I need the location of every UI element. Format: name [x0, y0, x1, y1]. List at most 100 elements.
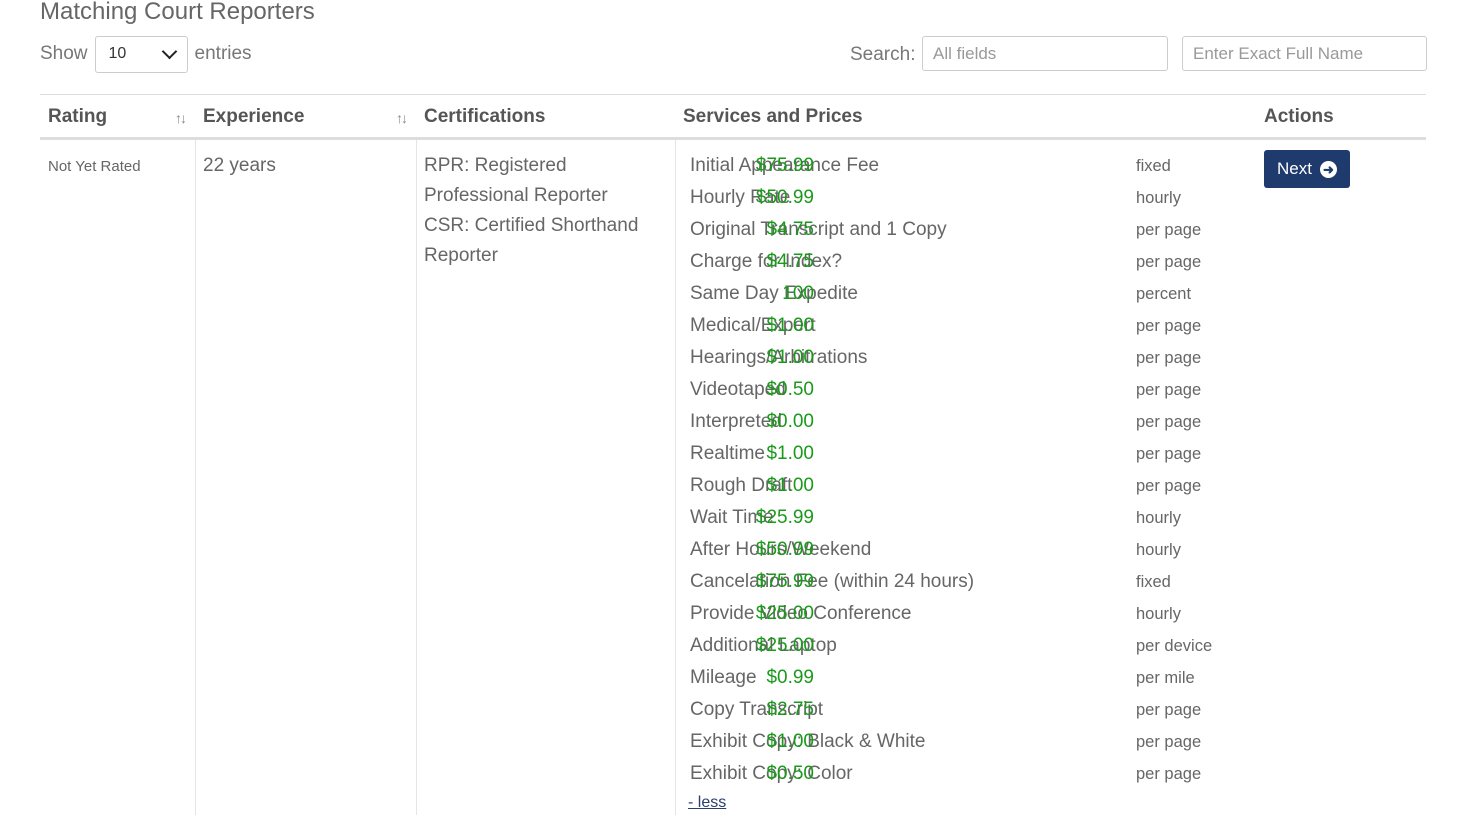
- service-unit: fixed: [1136, 157, 1171, 175]
- search-label: Search:: [850, 44, 916, 65]
- service-row: Realtime $1.00 per page: [690, 439, 1250, 471]
- service-name: Original Transcript and 1 Copy: [690, 219, 947, 240]
- service-price: $25.00: [755, 635, 814, 656]
- arrow-right-circle-icon: ➜: [1319, 160, 1337, 178]
- service-row: Medical/Expert $1.00 per page: [690, 311, 1250, 343]
- rating-cell: Not Yet Rated: [48, 158, 141, 175]
- service-unit: hourly: [1136, 541, 1181, 559]
- header-actions-label: Actions: [1264, 105, 1334, 127]
- service-row: Same Day Expedite 100 percent: [690, 279, 1250, 311]
- header-certifications: Certifications: [416, 96, 675, 140]
- service-price: $0.99: [766, 667, 814, 688]
- service-price: $4.75: [766, 251, 814, 272]
- service-price: $1.00: [766, 443, 814, 464]
- show-less-link[interactable]: - less: [688, 794, 726, 812]
- service-row: Copy Transcript $2.75 per page: [690, 695, 1250, 727]
- service-row: Additional Laptop $25.00 per device: [690, 631, 1250, 663]
- sort-icon: ↑↓: [396, 110, 408, 126]
- search-exact-name-input[interactable]: [1182, 36, 1427, 71]
- service-unit: per page: [1136, 733, 1202, 751]
- header-services-label: Services and Prices: [683, 105, 863, 127]
- service-unit: per page: [1136, 349, 1202, 367]
- service-price: $1.00: [766, 731, 814, 752]
- service-price: $50.99: [755, 187, 814, 208]
- entries-select-value: 10: [108, 45, 127, 62]
- chevron-down-icon: [161, 43, 177, 59]
- header-certifications-label: Certifications: [424, 105, 546, 127]
- service-price: $0.50: [766, 763, 814, 784]
- service-price: $1.00: [766, 347, 814, 368]
- service-name: Realtime: [690, 443, 765, 464]
- certifications-list: RPR: Registered Professional Reporter CSR…: [424, 151, 669, 271]
- page-title: Matching Court Reporters: [40, 0, 315, 25]
- header-actions: Actions: [1256, 96, 1426, 140]
- service-row: Initial Appearance Fee $75.99 fixed: [690, 151, 1250, 183]
- service-unit: per page: [1136, 317, 1202, 335]
- service-price: $0.00: [766, 411, 814, 432]
- header-rating[interactable]: Rating ↑↓: [40, 96, 195, 140]
- sort-icon: ↑↓: [175, 110, 187, 126]
- service-row: Exhibit Copy: Color $0.50 per page: [690, 759, 1250, 791]
- service-unit: hourly: [1136, 189, 1181, 207]
- header-experience-label: Experience: [203, 105, 305, 127]
- service-row: Mileage $0.99 per mile: [690, 663, 1250, 695]
- search-all-fields-input[interactable]: [922, 36, 1168, 71]
- service-unit: hourly: [1136, 605, 1181, 623]
- service-price: $0.50: [766, 379, 814, 400]
- service-row: Videotaped $0.50 per page: [690, 375, 1250, 407]
- certification-item: CSR: Certified Shorthand Reporter: [424, 215, 639, 266]
- service-price: $2.75: [766, 699, 814, 720]
- service-name: Mileage: [690, 667, 757, 688]
- service-price: $50.99: [755, 539, 814, 560]
- experience-cell: 22 years: [203, 155, 276, 176]
- service-price: $25.99: [755, 507, 814, 528]
- certification-item: RPR: Registered Professional Reporter: [424, 155, 608, 206]
- service-unit: per page: [1136, 381, 1202, 399]
- service-price: $1.00: [766, 475, 814, 496]
- service-name: Cancelation Fee (within 24 hours): [690, 571, 975, 592]
- service-unit: fixed: [1136, 573, 1171, 591]
- header-services: Services and Prices: [675, 96, 1256, 140]
- entries-label: entries: [194, 43, 252, 64]
- service-price: $4.75: [766, 219, 814, 240]
- service-unit: per device: [1136, 637, 1213, 655]
- entries-select[interactable]: 10: [94, 35, 188, 73]
- service-row: Original Transcript and 1 Copy $4.75 per p…: [690, 215, 1250, 247]
- next-button[interactable]: Next ➜: [1264, 150, 1350, 188]
- service-row: After Hours/Weekend $50.99 hourly: [690, 535, 1250, 567]
- service-unit: per page: [1136, 765, 1202, 783]
- service-price: $75.99: [755, 571, 814, 592]
- service-unit: per page: [1136, 413, 1202, 431]
- next-button-label: Next: [1277, 159, 1312, 178]
- service-unit: per page: [1136, 477, 1202, 495]
- service-row: Hourly Rate $50.99 hourly: [690, 183, 1250, 215]
- length-control: Show 10 entries: [40, 35, 252, 73]
- service-unit: per page: [1136, 253, 1202, 271]
- service-row: Provide Video Conference $25.00 hourly: [690, 599, 1250, 631]
- table-top-border: [40, 94, 1426, 95]
- service-row: Charge for Index? $4.75 per page: [690, 247, 1250, 279]
- service-unit: per page: [1136, 701, 1202, 719]
- service-row: Hearings/Arbitrations $1.00 per page: [690, 343, 1250, 375]
- column-divider: [416, 140, 417, 815]
- service-price: $1.00: [766, 315, 814, 336]
- service-unit: percent: [1136, 285, 1192, 303]
- service-unit: hourly: [1136, 509, 1181, 527]
- service-price: $25.00: [755, 603, 814, 624]
- service-price: $75.99: [755, 155, 814, 176]
- service-row: Wait Time $25.99 hourly: [690, 503, 1250, 535]
- service-row: Rough Draft $1.00 per page: [690, 471, 1250, 503]
- service-unit: per mile: [1136, 669, 1195, 687]
- column-divider: [675, 140, 676, 815]
- service-name: Same Day Expedite: [690, 283, 858, 304]
- service-unit: per page: [1136, 221, 1202, 239]
- service-row: Interpreted $0.00 per page: [690, 407, 1250, 439]
- column-divider: [195, 140, 196, 815]
- show-label: Show: [40, 43, 88, 64]
- service-row: Exhibit Copy: Black & White $1.00 per page: [690, 727, 1250, 759]
- service-price: 100: [782, 283, 814, 304]
- service-row: Cancelation Fee (within 24 hours) $75.99 f…: [690, 567, 1250, 599]
- service-unit: per page: [1136, 445, 1202, 463]
- header-experience[interactable]: Experience ↑↓: [195, 96, 416, 140]
- header-rating-label: Rating: [48, 105, 108, 127]
